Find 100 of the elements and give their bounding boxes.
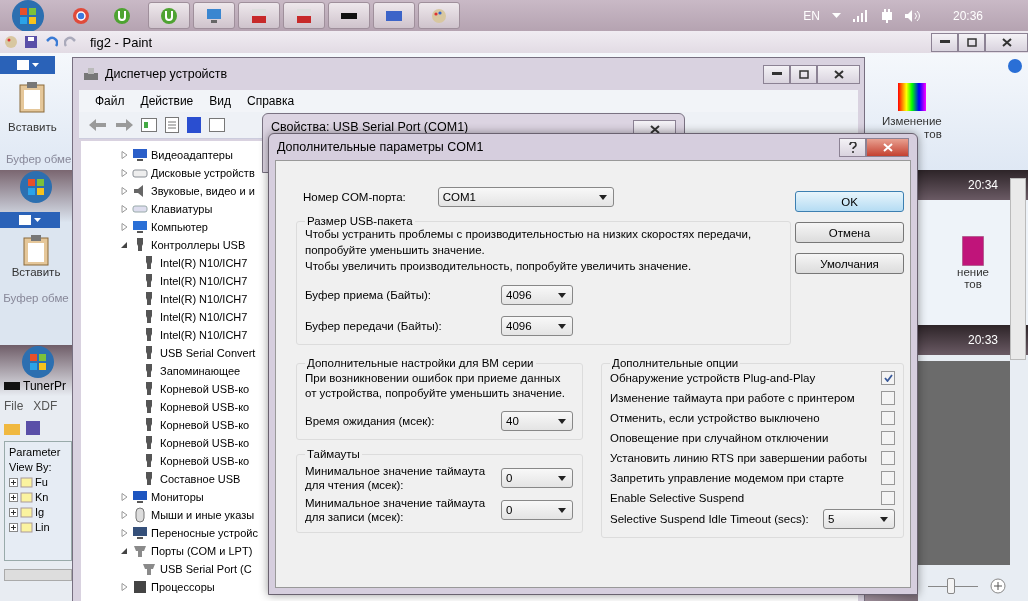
tree-item[interactable]: Запоминающее bbox=[160, 365, 241, 377]
minimize-button[interactable] bbox=[763, 64, 790, 84]
panel-app-icon[interactable] bbox=[373, 2, 415, 29]
dropdown[interactable]: 4096 bbox=[501, 316, 573, 336]
redo-icon[interactable] bbox=[64, 35, 78, 49]
tree-item[interactable]: Intel(R) N10/ICH7 bbox=[160, 311, 248, 323]
expand-icon[interactable] bbox=[121, 187, 128, 195]
expand-icon[interactable] bbox=[121, 205, 128, 213]
scrollbar[interactable] bbox=[1010, 178, 1026, 360]
tree-item[interactable]: Intel(R) N10/ICH7 bbox=[160, 257, 248, 269]
checkbox[interactable] bbox=[881, 410, 895, 425]
tree-item[interactable]: Порты (COM и LPT) bbox=[151, 545, 253, 557]
clipboard-icon[interactable] bbox=[22, 234, 50, 266]
tree-item[interactable]: Составное USB bbox=[160, 473, 241, 485]
menu-item[interactable]: File bbox=[4, 399, 24, 413]
tree-item[interactable]: Дисковые устройств bbox=[151, 167, 255, 179]
save-icon[interactable] bbox=[24, 35, 38, 49]
maximize-button[interactable] bbox=[958, 32, 985, 52]
undo-icon[interactable] bbox=[44, 35, 58, 49]
help-button[interactable] bbox=[839, 137, 866, 157]
forward-arrow-icon[interactable] bbox=[115, 118, 133, 132]
start-orb-icon[interactable] bbox=[21, 345, 55, 379]
dropdown[interactable]: COM1 bbox=[437, 187, 614, 207]
tree-item[interactable]: Kn bbox=[35, 491, 49, 503]
checkbox[interactable] bbox=[881, 450, 895, 465]
tray-arrow-icon[interactable] bbox=[831, 13, 841, 18]
window-view-icon[interactable] bbox=[209, 118, 225, 132]
screen-app-icon[interactable] bbox=[193, 2, 235, 29]
menu-item[interactable]: XDF bbox=[33, 399, 58, 413]
expand-icon[interactable] bbox=[121, 169, 128, 177]
checkbox[interactable] bbox=[881, 490, 895, 505]
tree-item[interactable]: Корневой USB-ко bbox=[160, 401, 250, 413]
collapse-icon[interactable] bbox=[121, 241, 128, 249]
close-button[interactable] bbox=[817, 64, 860, 84]
expand-icon[interactable] bbox=[121, 151, 128, 159]
palette-icon[interactable] bbox=[4, 35, 18, 49]
close-button[interactable] bbox=[866, 137, 909, 157]
tree-item[interactable]: USB Serial Convert bbox=[160, 347, 256, 359]
dialog-button[interactable]: OK bbox=[795, 191, 904, 212]
menu-item[interactable]: Файл bbox=[95, 94, 125, 108]
expand-icon[interactable] bbox=[121, 223, 128, 231]
toolbox-app-icon[interactable] bbox=[283, 2, 325, 29]
tree-item[interactable]: Видеоадаптеры bbox=[151, 149, 233, 161]
dropdown[interactable]: 4096 bbox=[501, 285, 573, 305]
chip-app-icon[interactable] bbox=[328, 2, 370, 29]
tree-item[interactable]: Переносные устройс bbox=[151, 527, 258, 539]
paste-button[interactable]: Вставить bbox=[11, 266, 61, 278]
tree-item[interactable]: Клавиатуры bbox=[151, 203, 213, 215]
properties-icon[interactable] bbox=[165, 117, 179, 133]
zoom-slider-thumb[interactable] bbox=[946, 577, 955, 594]
paste-button[interactable]: Вставить bbox=[8, 121, 57, 133]
collapse-icon[interactable] bbox=[121, 547, 128, 555]
tree-item[interactable]: Fu bbox=[35, 476, 48, 488]
tree-item[interactable]: Мыши и иные указы bbox=[151, 509, 255, 521]
checkbox[interactable] bbox=[881, 470, 895, 485]
dropdown[interactable]: 0 bbox=[501, 468, 573, 488]
checkbox[interactable] bbox=[881, 390, 895, 405]
expand-icon[interactable] bbox=[121, 511, 128, 519]
start-orb-icon[interactable] bbox=[19, 170, 53, 204]
maximize-button[interactable] bbox=[790, 64, 817, 84]
palette-app-icon[interactable] bbox=[418, 2, 460, 29]
app-menu-button[interactable] bbox=[0, 212, 60, 228]
toolbox-app-icon[interactable] bbox=[238, 2, 280, 29]
torrent-app-icon[interactable] bbox=[148, 2, 190, 29]
menu-item[interactable]: Вид bbox=[209, 94, 231, 108]
tree-item[interactable]: Корневой USB-ко bbox=[160, 383, 250, 395]
close-button[interactable] bbox=[985, 32, 1028, 52]
signal-icon[interactable] bbox=[852, 9, 869, 22]
minimize-button[interactable] bbox=[931, 32, 958, 52]
menu-item[interactable]: Действие bbox=[140, 94, 194, 108]
speaker-icon[interactable] bbox=[904, 9, 921, 22]
tree-item[interactable]: Intel(R) N10/ICH7 bbox=[160, 293, 248, 305]
tree-item[interactable]: Intel(R) N10/ICH7 bbox=[160, 275, 248, 287]
expand-icon[interactable] bbox=[121, 529, 128, 537]
dropdown[interactable]: 5 bbox=[823, 509, 895, 529]
edit-colors-label[interactable]: Изменение bbox=[882, 115, 942, 127]
tree-item[interactable]: Корневой USB-ко bbox=[160, 437, 250, 449]
tree-item[interactable]: Корневой USB-ко bbox=[160, 419, 250, 431]
clipboard-icon[interactable] bbox=[18, 81, 47, 113]
start-orb-icon[interactable] bbox=[11, 0, 45, 33]
checkbox[interactable] bbox=[881, 430, 895, 445]
app-menu-button[interactable] bbox=[0, 56, 55, 74]
tree-item[interactable]: Контроллеры USB bbox=[151, 239, 246, 251]
checkbox[interactable] bbox=[881, 370, 895, 385]
tree-item[interactable]: Компьютер bbox=[151, 221, 208, 233]
tree-item[interactable]: Процессоры bbox=[151, 581, 215, 593]
tree-item[interactable]: Ig bbox=[35, 506, 45, 518]
menu-item[interactable]: Справка bbox=[247, 94, 295, 108]
dialog-button[interactable]: Отмена bbox=[795, 222, 904, 243]
tree-item[interactable]: Мониторы bbox=[151, 491, 204, 503]
dropdown[interactable]: 0 bbox=[501, 500, 573, 520]
tree-item[interactable]: USB Serial Port (C bbox=[160, 563, 252, 575]
tree-item[interactable]: Корневой USB-ко bbox=[160, 455, 250, 467]
color-spectrum-icon[interactable] bbox=[897, 83, 926, 111]
zoom-in-icon[interactable] bbox=[990, 578, 1006, 594]
back-arrow-icon[interactable] bbox=[89, 118, 107, 132]
dropdown[interactable]: 40 bbox=[501, 411, 573, 431]
scrollbar[interactable] bbox=[4, 569, 72, 581]
expand-icon[interactable] bbox=[121, 493, 128, 501]
tree-item[interactable]: Звуковые, видео и и bbox=[151, 185, 255, 197]
